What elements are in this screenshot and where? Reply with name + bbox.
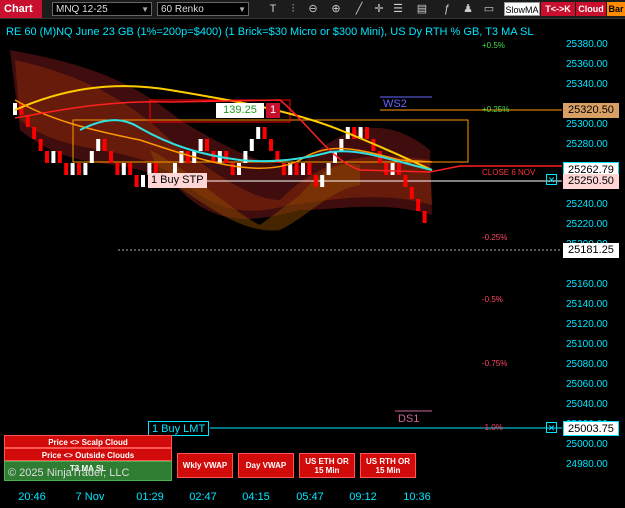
down-brick — [307, 163, 312, 175]
buy-stp-order[interactable]: 1 Buy STP — [148, 173, 207, 188]
pct-plus05: +0.5% — [482, 41, 505, 50]
up-brick — [249, 139, 254, 151]
down-brick — [185, 151, 190, 163]
up-brick — [96, 139, 101, 151]
scalp-cloud-button[interactable]: Price <> Scalp Cloud — [4, 435, 172, 448]
up-brick — [198, 139, 203, 151]
time-tick-label: 10:36 — [403, 491, 431, 503]
down-brick — [397, 163, 401, 175]
price-box-lmt: 25003.75 — [563, 421, 619, 436]
price-tick-label: 25240.00 — [566, 199, 608, 210]
order-count-box[interactable]: 1 — [266, 103, 280, 118]
down-brick — [384, 163, 389, 175]
up-brick — [141, 175, 145, 187]
ds1-label: DS1 — [398, 413, 420, 425]
price-tick-label: 25220.00 — [566, 219, 608, 230]
time-tick-label: 7 Nov — [75, 491, 105, 503]
down-brick — [32, 127, 37, 139]
price-box-or-high: 25320.50 — [563, 103, 619, 118]
down-brick — [38, 139, 43, 151]
price-tick-label: 25160.00 — [566, 279, 608, 290]
outside-clouds-button[interactable]: Price <> Outside Clouds — [4, 448, 172, 461]
up-brick — [326, 163, 331, 175]
up-brick — [89, 151, 94, 163]
down-brick — [409, 187, 414, 199]
price-box-stp: 25250.50 — [563, 174, 619, 189]
price-tick-label: 25340.00 — [566, 79, 608, 90]
down-brick — [57, 151, 62, 163]
price-tick-label: 24980.00 — [566, 459, 608, 470]
t3-ma-sl-button[interactable]: T3 MA SL © 2025 NinjaTrader, LLC — [4, 461, 172, 481]
up-brick — [237, 163, 241, 175]
down-brick — [313, 175, 318, 187]
time-tick-label: 05:47 — [296, 491, 324, 503]
down-brick — [128, 163, 133, 175]
down-brick — [262, 127, 267, 139]
price-tick-label: 25280.00 — [566, 139, 608, 150]
eth-or-button[interactable]: US ETH OR 15 Min — [299, 453, 355, 478]
chart-title: RE 60 (M)NQ June 23 GB (1%=200p=$400) (1… — [6, 26, 534, 38]
down-brick — [230, 163, 235, 175]
price-tick-label: 25000.00 — [566, 439, 608, 450]
price-box-last: 25181.25 — [563, 243, 619, 258]
down-brick — [269, 139, 273, 151]
up-brick — [51, 151, 56, 163]
down-brick — [422, 211, 427, 223]
cancel-stp-icon[interactable]: ✕ — [546, 174, 557, 185]
up-brick — [121, 163, 126, 175]
price-tick-label: 25300.00 — [566, 119, 608, 130]
time-tick-label: 04:15 — [242, 491, 270, 503]
wkly-vwap-button[interactable]: Wkly VWAP — [177, 453, 233, 478]
time-tick-label: 20:46 — [18, 491, 46, 503]
pct-minus025: -0.25% — [482, 233, 508, 242]
day-vwap-button[interactable]: Day VWAP — [238, 453, 294, 478]
down-brick — [403, 175, 408, 187]
price-tick-label: 25100.00 — [566, 339, 608, 350]
copyright-text: © 2025 NinjaTrader, LLC — [8, 467, 130, 479]
down-brick — [416, 199, 421, 211]
price-tick-label: 25380.00 — [566, 39, 608, 50]
down-brick — [134, 175, 139, 187]
down-brick — [365, 127, 369, 139]
down-brick — [294, 163, 299, 175]
down-brick — [115, 163, 120, 175]
chart-plot[interactable] — [0, 0, 625, 508]
order-value-box[interactable]: 139.25 — [216, 103, 264, 118]
pct-minus075: -0.75% — [482, 359, 508, 368]
price-tick-label: 25140.00 — [566, 299, 608, 310]
up-brick — [390, 163, 395, 175]
pct-minus05: -0.5% — [482, 295, 503, 304]
price-tick-label: 25120.00 — [566, 319, 608, 330]
pct-plus025: +0.25% — [482, 105, 510, 114]
cancel-lmt-icon[interactable]: ✕ — [546, 422, 557, 433]
up-brick — [70, 163, 75, 175]
price-tick-label: 25060.00 — [566, 379, 608, 390]
ws2-label: WS2 — [383, 98, 407, 110]
down-brick — [25, 115, 30, 127]
down-brick — [205, 139, 209, 151]
up-brick — [320, 175, 325, 187]
down-brick — [77, 163, 81, 175]
pct-minus1: -1.0% — [482, 423, 503, 432]
time-tick-label: 01:29 — [136, 491, 164, 503]
rth-or-button[interactable]: US RTH OR 15 Min — [360, 453, 416, 478]
time-tick-label: 09:12 — [349, 491, 377, 503]
down-brick — [102, 139, 107, 151]
down-brick — [45, 151, 49, 163]
buy-lmt-order[interactable]: 1 Buy LMT — [148, 421, 210, 436]
price-tick-label: 25080.00 — [566, 359, 608, 370]
up-brick — [256, 127, 261, 139]
time-tick-label: 02:47 — [189, 491, 217, 503]
up-brick — [83, 163, 88, 175]
down-brick — [109, 151, 113, 163]
close-label: CLOSE 6 NOV — [482, 168, 536, 177]
down-brick — [64, 163, 69, 175]
price-tick-label: 25360.00 — [566, 59, 608, 70]
price-tick-label: 25040.00 — [566, 399, 608, 410]
up-brick — [301, 163, 305, 175]
